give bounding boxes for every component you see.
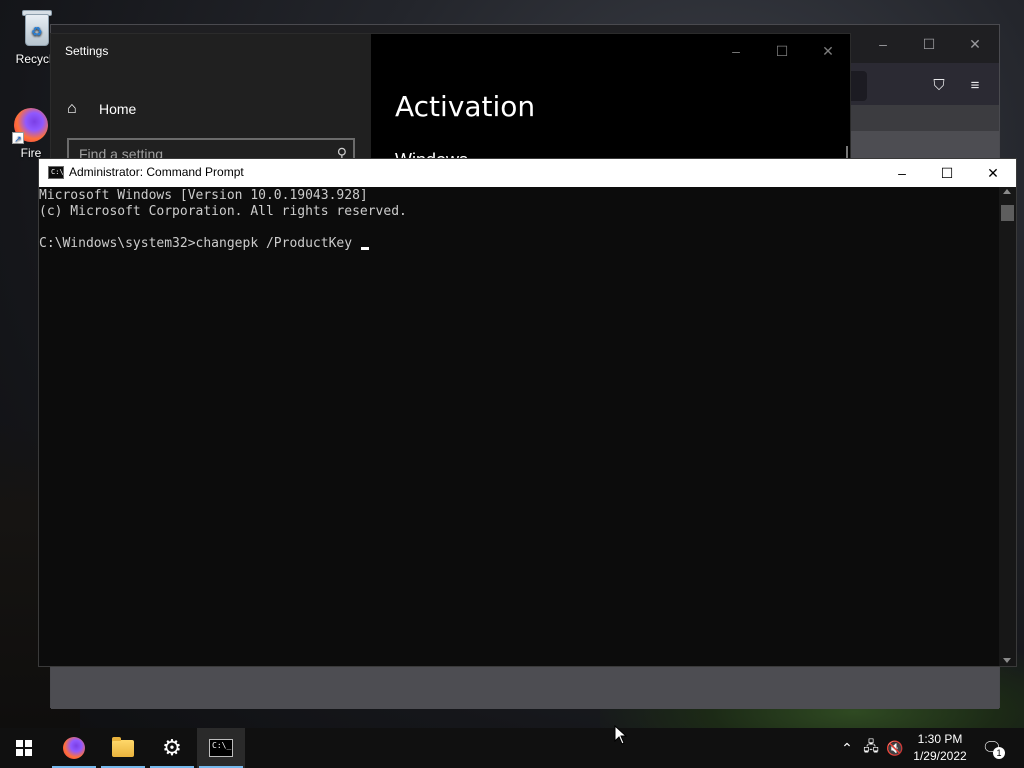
pocket-icon[interactable]: ⛉ [925,75,953,97]
browser-maximize-button[interactable]: ☐ [909,33,949,55]
settings-taskbar-button[interactable]: ⚙ [148,728,196,768]
folder-icon [112,736,134,757]
cmd-minimize-button[interactable]: – [879,159,925,187]
network-tray-button[interactable]: 🖧 [860,728,882,768]
scroll-down-arrow-icon[interactable] [1003,658,1011,663]
start-button[interactable] [0,728,48,768]
firefox-icon [63,737,85,759]
console-line: Microsoft Windows [Version 10.0.19043.92… [39,188,368,203]
settings-window-title: Settings [65,44,109,58]
volume-muted-icon: 🔇 [886,739,904,756]
command-prompt-window[interactable]: C:\_ Administrator: Command Prompt – ☐ ✕… [38,158,1017,667]
settings-home-label: Home [99,101,137,117]
menu-icon[interactable]: ≡ [961,75,989,97]
shortcut-arrow-icon: ↗ [12,132,24,144]
cmd-window-title: Administrator: Command Prompt [69,165,244,179]
notification-count-badge: 1 [993,747,1005,759]
browser-close-button[interactable]: ✕ [955,33,995,55]
cmd-vertical-scrollbar[interactable] [999,187,1016,666]
volume-tray-button[interactable]: 🔇 [884,728,906,768]
gear-icon: ⚙ [162,735,182,760]
show-hidden-icons-button[interactable]: ⌃ [838,728,856,768]
text-cursor [360,247,369,250]
network-icon: 🖧 [863,738,879,754]
chevron-up-icon: ⌃ [841,739,853,756]
clock-time: 1:30 PM [917,732,963,746]
settings-home-link[interactable]: ⌂ Home [67,98,136,120]
settings-close-button[interactable]: ✕ [808,40,848,62]
command-prompt-icon: C:\_ [209,739,233,757]
home-icon: ⌂ [67,100,77,117]
cmd-taskbar-button[interactable]: C:\_ [197,728,245,768]
scroll-up-arrow-icon[interactable] [1003,189,1011,194]
browser-minimize-button[interactable]: – [863,33,903,55]
cmd-close-button[interactable]: ✕ [970,159,1016,187]
taskbar-clock[interactable]: 1:30 PM 1/29/2022 [906,731,974,765]
scrollbar-thumb[interactable] [1001,205,1014,221]
settings-minimize-button[interactable]: – [716,40,756,62]
mouse-pointer-icon [614,725,628,745]
console-command-text: C:\Windows\system32>changepk /ProductKey [39,236,360,251]
command-prompt-icon: C:\_ [48,166,68,179]
settings-window[interactable]: Settings ⌂ Home Find a setting ⚲ Activat… [50,33,851,163]
cmd-title-bar[interactable]: C:\_ Administrator: Command Prompt – ☐ ✕ [39,159,1016,187]
settings-page-title: Activation [395,90,536,123]
settings-nav-pane: Settings ⌂ Home Find a setting ⚲ [51,34,371,162]
firefox-icon: ↗ [12,108,48,144]
windows-logo-icon [16,740,32,756]
console-prompt-line[interactable]: C:\Windows\system32>changepk /ProductKey [39,236,1000,252]
cmd-console-output[interactable]: Microsoft Windows [Version 10.0.19043.92… [39,187,1000,666]
settings-maximize-button[interactable]: ☐ [762,40,802,62]
console-line: (c) Microsoft Corporation. All rights re… [39,204,407,219]
clock-date: 1/29/2022 [913,749,967,763]
cmd-maximize-button[interactable]: ☐ [924,159,970,187]
taskbar: ⚙ C:\_ ⌃ 🖧 🔇 1:30 PM 1/29/2022 🗨 1 [0,728,1024,768]
file-explorer-taskbar-button[interactable] [99,728,147,768]
firefox-taskbar-button[interactable] [50,728,98,768]
